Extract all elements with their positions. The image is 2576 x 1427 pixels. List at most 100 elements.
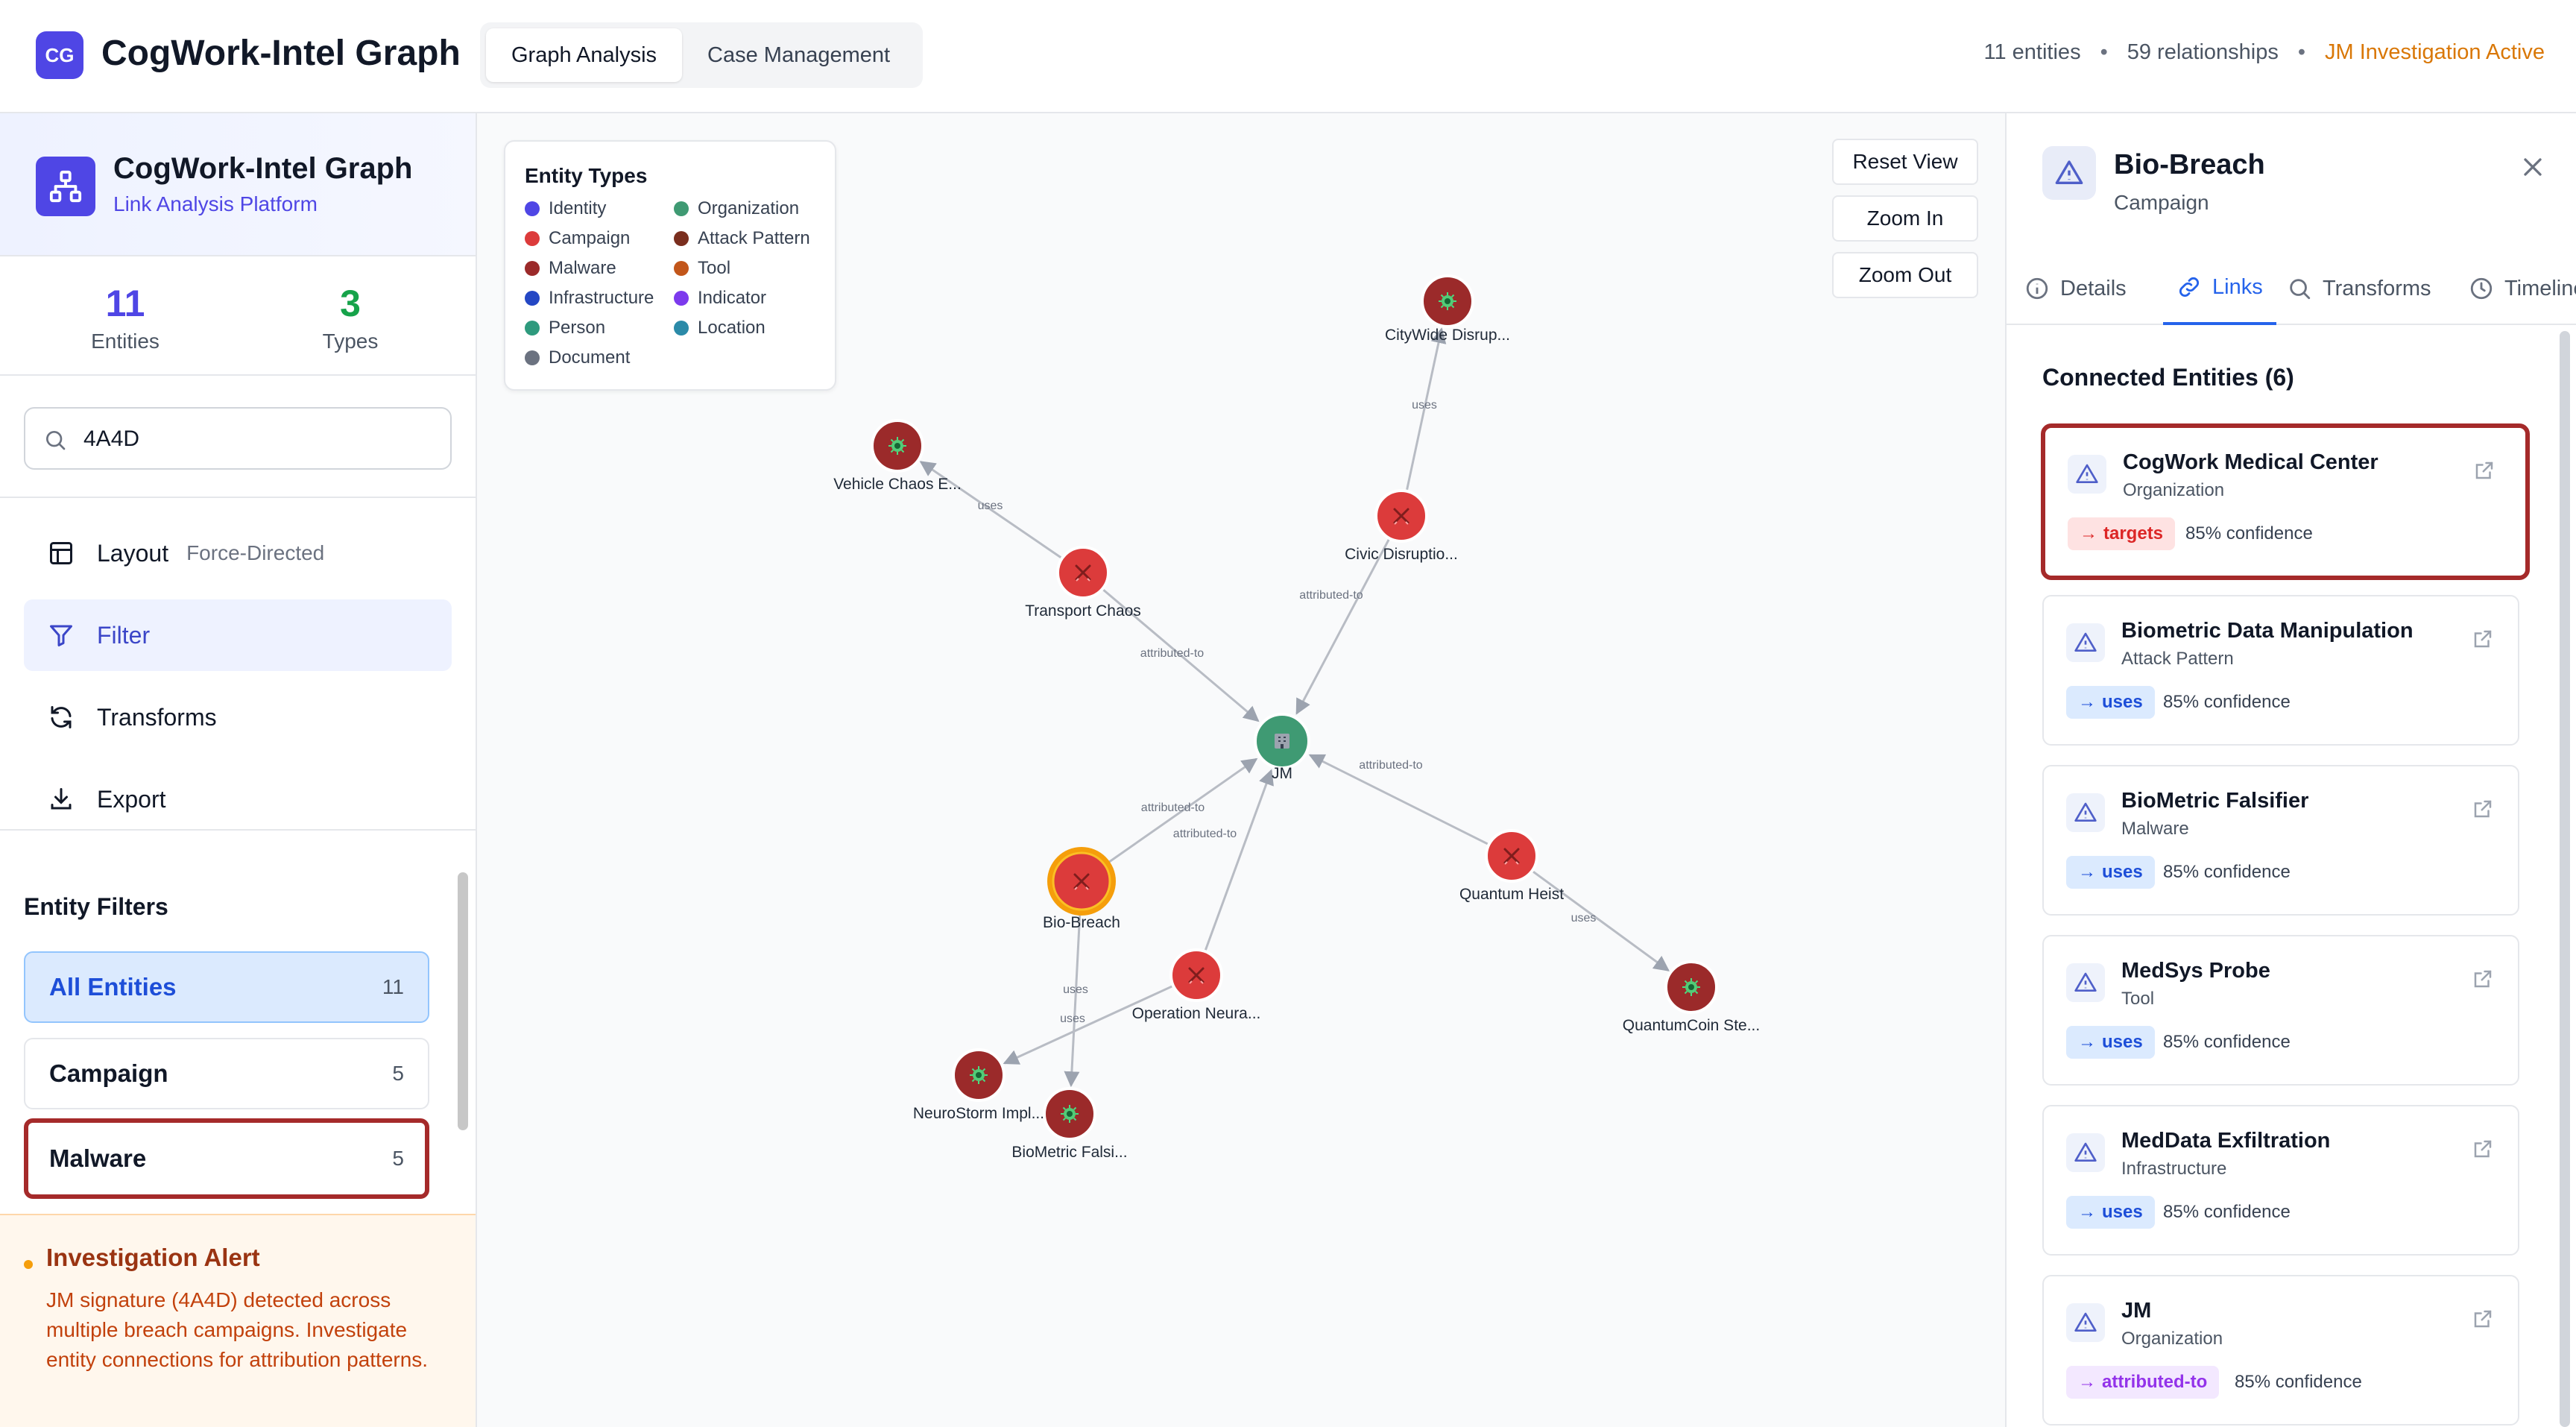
download-icon: [46, 784, 76, 814]
sidebar-header: CogWork-Intel Graph Link Analysis Platfo…: [0, 113, 476, 256]
menu-transforms[interactable]: Transforms: [24, 681, 452, 753]
graph-edge[interactable]: [1003, 984, 1174, 1065]
entity-type: Organization: [2123, 480, 2225, 500]
external-link-icon[interactable]: [2472, 628, 2494, 650]
connected-entity-card[interactable]: MedSys Probe Tool → uses 85% confidence: [2042, 935, 2519, 1086]
menu-filter[interactable]: Filter: [24, 599, 452, 671]
connected-entity-card[interactable]: Biometric Data Manipulation Attack Patter…: [2042, 595, 2519, 746]
zoom-in-button[interactable]: Zoom In: [1832, 195, 1978, 242]
graph-node-citywide[interactable]: CityWide Disrup...: [1385, 274, 1510, 344]
tab-graph-analysis[interactable]: Graph Analysis: [486, 28, 683, 82]
relation-badge: → uses: [2066, 686, 2155, 719]
entity-type: Attack Pattern: [2121, 649, 2234, 669]
confidence: 85% confidence: [2185, 523, 2313, 544]
search-box[interactable]: [24, 407, 452, 470]
left-sidebar: CogWork-Intel Graph Link Analysis Platfo…: [0, 113, 477, 1427]
tab-transforms[interactable]: Transforms: [2287, 252, 2431, 325]
legend-label: Attack Pattern: [698, 228, 810, 248]
external-link-icon[interactable]: [2473, 459, 2496, 482]
separator-dot: •: [2100, 40, 2108, 64]
entities-stat-label: Entities: [91, 330, 160, 353]
confidence: 85% confidence: [2163, 692, 2291, 712]
graph-node-civic[interactable]: Civic Disruptio...: [1345, 489, 1458, 563]
node-label: QuantumCoin Ste...: [1623, 1017, 1760, 1034]
entity-filters-title: Entity Filters: [24, 893, 168, 920]
search-input[interactable]: [83, 419, 434, 459]
graph-node-biofalsi[interactable]: BioMetric Falsi...: [1011, 1087, 1128, 1161]
graph-node-vehicle[interactable]: Vehicle Chaos E...: [833, 419, 962, 493]
graph-node-biobreach[interactable]: Bio-Breach: [1043, 847, 1120, 931]
graph-edge[interactable]: [1295, 538, 1391, 715]
relation-label: uses: [2102, 1202, 2143, 1222]
menu-layout[interactable]: Layout Force-Directed: [24, 517, 452, 589]
network-icon: [36, 157, 95, 216]
menu-export[interactable]: Export: [24, 763, 452, 835]
refresh-icon: [46, 702, 76, 732]
filter-count: 11: [382, 975, 404, 998]
tab-links[interactable]: Links: [2163, 252, 2276, 325]
graph-edge[interactable]: [1204, 769, 1274, 952]
edge-label: attributed-to: [1299, 589, 1363, 602]
reset-view-button[interactable]: Reset View: [1832, 139, 1978, 185]
legend-swatch: [525, 231, 540, 246]
connected-entity-card[interactable]: MedData Exfiltration Infrastructure → uses 8…: [2042, 1105, 2519, 1256]
confidence: 85% confidence: [2163, 862, 2291, 882]
edge-label: uses: [978, 500, 1003, 512]
close-icon[interactable]: [2518, 152, 2548, 182]
info-icon: [2026, 277, 2048, 300]
sidebar-scrollbar[interactable]: [458, 872, 468, 1130]
external-link-icon[interactable]: [2472, 798, 2494, 820]
panel-scrollbar[interactable]: [2560, 331, 2570, 1427]
tab-timeline[interactable]: Timeline: [2469, 252, 2576, 325]
tab-case-management[interactable]: Case Management: [682, 28, 915, 82]
connected-entity-card[interactable]: BioMetric Falsifier Malware → uses 85% confi…: [2042, 765, 2519, 916]
entity-name: Biometric Data Manipulation: [2121, 619, 2414, 643]
legend-swatch: [674, 231, 689, 246]
graph-edge[interactable]: [1064, 906, 1082, 1088]
relation-label: attributed-to: [2102, 1372, 2208, 1392]
legend-item: Malware: [525, 258, 616, 279]
virus-icon: [970, 1066, 988, 1084]
tab-timeline-label: Timeline: [2504, 276, 2576, 300]
relation-badge: → uses: [2066, 856, 2155, 889]
legend-label: Campaign: [549, 228, 631, 248]
legend-item: Person: [525, 318, 605, 338]
relation-label: uses: [2102, 692, 2143, 712]
link-icon: [2179, 277, 2200, 297]
menu-transforms-label: Transforms: [97, 703, 217, 731]
graph-canvas[interactable]: uses uses attributed-to attributed-to attrib…: [477, 113, 2005, 1427]
graph-node-transport[interactable]: Transport Chaos: [1025, 546, 1141, 620]
sidebar-menu: Layout Force-Directed Filter Transforms …: [0, 498, 476, 831]
edge-label: attributed-to: [1141, 801, 1205, 814]
filter-campaign[interactable]: Campaign 5: [24, 1038, 429, 1109]
legend-item: Organization: [674, 198, 799, 219]
legend-label: Identity: [549, 198, 607, 218]
connected-entity-card[interactable]: JM Organization → attributed-to 85% confiden…: [2042, 1275, 2519, 1426]
external-link-icon[interactable]: [2472, 1308, 2494, 1330]
filter-malware[interactable]: Malware 5: [24, 1118, 429, 1199]
graph-node-jm[interactable]: JM: [1254, 713, 1310, 782]
types-stat: 3 Types: [276, 282, 425, 353]
graph-node-quantum[interactable]: Quantum Heist: [1459, 829, 1564, 903]
graph-node-neurostorm[interactable]: NeuroStorm Impl...: [913, 1048, 1044, 1122]
tab-details[interactable]: Details: [2024, 252, 2127, 325]
zoom-out-button[interactable]: Zoom Out: [1832, 252, 1978, 298]
search-icon: [46, 431, 66, 450]
connected-entity-card[interactable]: CogWork Medical Center Organization → targe…: [2041, 423, 2530, 580]
header-stats: 11 entities • 59 relationships • JM Inve…: [1984, 40, 2545, 65]
top-header: CG CogWork-Intel Graph Graph Analysis Ca…: [0, 0, 2576, 113]
edge-label: uses: [1060, 1012, 1085, 1025]
external-link-icon[interactable]: [2472, 1138, 2494, 1160]
filter-all-entities[interactable]: All Entities 11: [24, 951, 429, 1023]
node-label: Transport Chaos: [1025, 602, 1141, 620]
legend-item: Campaign: [525, 228, 630, 249]
panel-title: Bio-Breach: [2114, 149, 2265, 180]
graph-node-opneura[interactable]: Operation Neura...: [1132, 948, 1261, 1022]
legend-label: Tool: [698, 258, 731, 278]
external-link-icon[interactable]: [2472, 968, 2494, 990]
filter-count: 5: [392, 1062, 404, 1085]
legend-swatch: [525, 261, 540, 276]
graph-node-qcoin[interactable]: QuantumCoin Ste...: [1623, 960, 1760, 1034]
sidebar-stats: 11 Entities 3 Types: [0, 256, 476, 376]
clock-icon: [2470, 277, 2493, 300]
